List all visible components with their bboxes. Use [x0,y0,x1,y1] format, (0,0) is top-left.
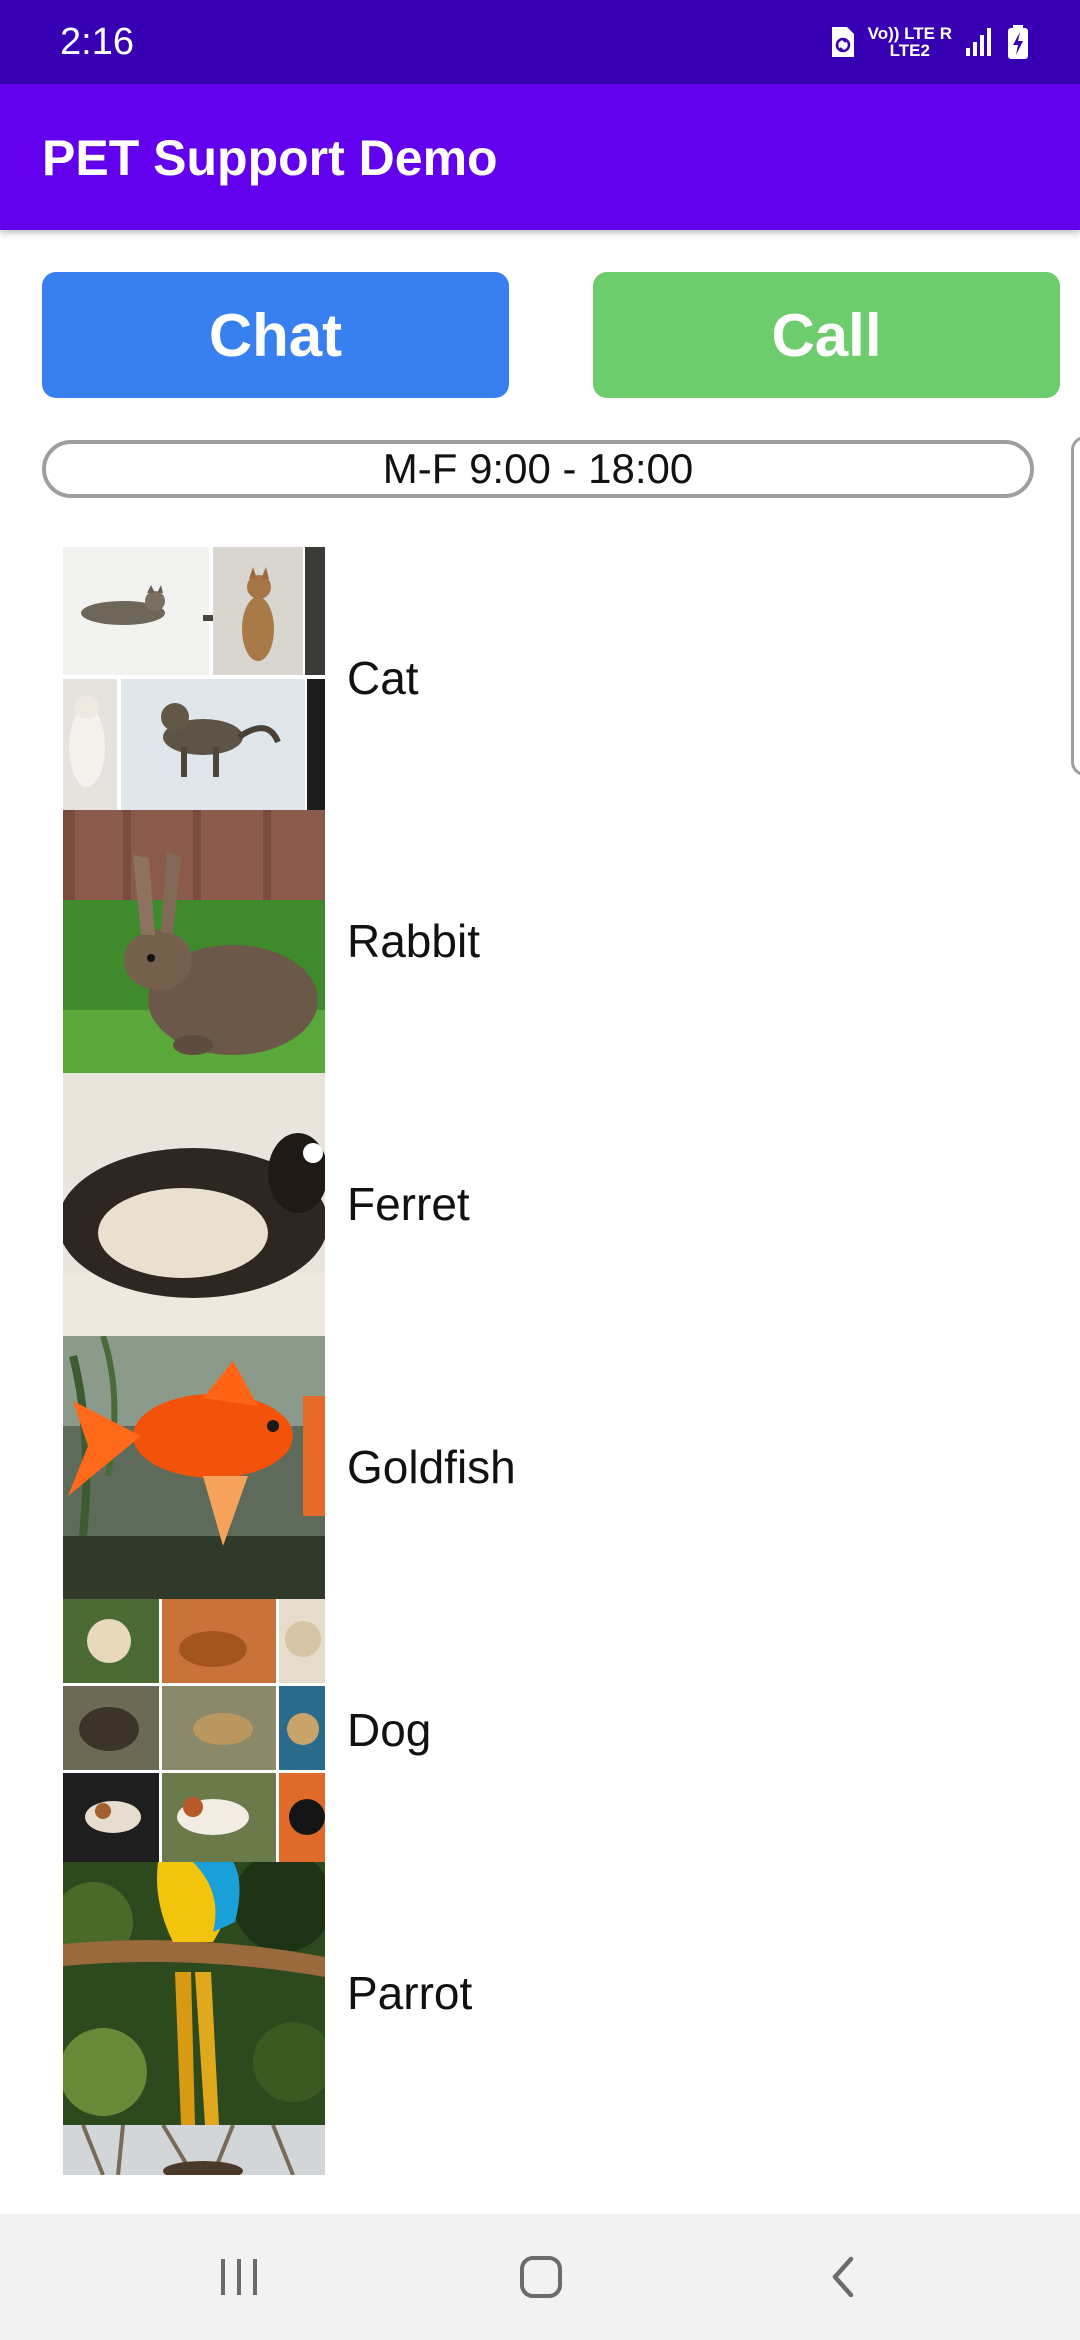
pet-label-parrot: Parrot [347,1967,473,2019]
pet-list[interactable]: Cat Rabbit Ferret Goldfish Dog Parrot [0,547,1080,2175]
status-time: 2:16 [60,21,134,63]
parrot-photo [63,1862,325,2125]
pet-label-dog: Dog [347,1704,432,1756]
pet-label-cat: Cat [347,652,419,704]
goldfish-photo [63,1336,325,1599]
call-button[interactable]: Call [593,272,1060,398]
sim-icon [830,25,856,59]
list-item-goldfish[interactable]: Goldfish [0,1336,1080,1599]
screen: 2:16 Vo)) LTE R LTE2 PET Support Demo Ch… [0,0,1080,2340]
support-hours: M-F 9:00 - 18:00 [42,440,1034,498]
list-item-dog[interactable]: Dog [0,1599,1080,1862]
partial-photo [63,2125,325,2175]
signal-icon [964,26,994,58]
dog-collage-image [63,1599,325,1862]
app-title: PET Support Demo [42,130,498,186]
recents-icon[interactable] [209,2247,269,2307]
pet-label-rabbit: Rabbit [347,915,480,967]
network-top-label: Vo)) LTE R [867,24,952,43]
navigation-bar [0,2214,1080,2340]
status-bar: 2:16 Vo)) LTE R LTE2 [0,0,1080,84]
list-item-partial[interactable] [0,2125,1080,2175]
pet-label-goldfish: Goldfish [347,1441,516,1493]
rabbit-photo [63,810,325,1073]
list-item-cat[interactable]: Cat [0,547,1080,810]
list-item-rabbit[interactable]: Rabbit [0,810,1080,1073]
home-icon[interactable] [511,2247,571,2307]
list-item-ferret[interactable]: Ferret [0,1073,1080,1336]
pet-label-ferret: Ferret [347,1178,470,1230]
network-bottom-label: LTE2 [889,41,930,60]
network-indicator: Vo)) LTE R LTE2 [868,25,952,59]
status-icons: Vo)) LTE R LTE2 [830,20,1030,64]
ferret-photo [63,1073,325,1336]
cat-collage-image [63,547,325,810]
chat-button[interactable]: Chat [42,272,509,398]
app-bar: PET Support Demo [0,84,1080,230]
back-icon[interactable] [813,2247,873,2307]
battery-charging-icon [1006,24,1030,60]
list-item-parrot[interactable]: Parrot [0,1862,1080,2125]
